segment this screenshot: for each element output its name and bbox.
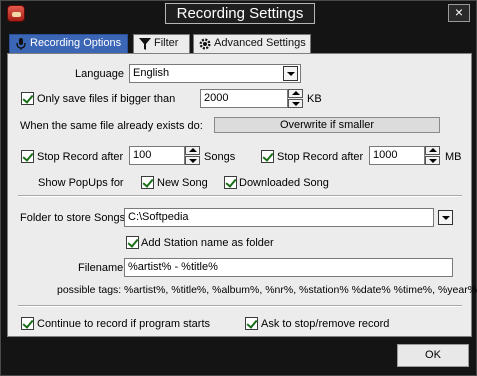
stop-mb-label: Stop Record after	[277, 151, 364, 163]
stop-songs-spinner[interactable]	[185, 146, 200, 165]
tab-label: Filter	[154, 37, 179, 49]
add-station-label: Add Station name as folder	[141, 237, 274, 249]
min-size-input[interactable]: 2000	[200, 89, 288, 108]
folder-dropdown-button[interactable]	[438, 210, 453, 225]
recording-settings-window: Recording Settings × Recording Options F…	[0, 0, 477, 376]
microphone-icon	[15, 38, 27, 50]
language-select[interactable]: English	[129, 64, 301, 83]
language-dropdown-button[interactable]	[283, 66, 298, 81]
stop-mb-spinner[interactable]	[425, 146, 440, 165]
language-value: English	[133, 67, 170, 79]
ok-button[interactable]: OK	[397, 344, 469, 367]
folder-label: Folder to store Songs	[20, 212, 126, 224]
downloaded-song-label: Downloaded Song	[239, 177, 329, 189]
tab-filter[interactable]: Filter	[133, 34, 190, 53]
min-size-unit: KB	[307, 93, 322, 105]
continue-record-label: Continue to record if program starts	[37, 318, 211, 330]
possible-tags-value: %artist%, %title%, %album%, %nr%, %stati…	[124, 284, 477, 296]
tab-label: Recording Options	[30, 37, 122, 49]
ask-stop-checkbox[interactable]	[245, 317, 258, 330]
stop-songs-value: 100	[133, 149, 152, 161]
filename-value: %artist% - %title%	[128, 261, 218, 273]
stop-mb-value: 1000	[373, 149, 398, 161]
new-song-label: New Song	[157, 177, 208, 189]
language-label: Language	[75, 68, 124, 80]
close-button[interactable]: ×	[448, 4, 470, 22]
title-bar: Recording Settings ×	[1, 1, 477, 27]
filename-input[interactable]: %artist% - %title%	[124, 258, 453, 277]
section-divider	[18, 195, 462, 197]
funnel-icon	[139, 38, 151, 50]
app-logo-icon	[7, 5, 25, 22]
same-file-value: Overwrite if smaller	[279, 119, 375, 131]
new-song-checkbox[interactable]	[141, 176, 154, 189]
stop-songs-unit: Songs	[204, 151, 236, 163]
recording-options-panel: Language English Only save files if bigg…	[7, 53, 477, 337]
only-save-label: Only save files if bigger than	[37, 93, 176, 105]
possible-tags-label: possible tags:	[57, 284, 122, 296]
same-file-label: When the same file already exists do:	[20, 120, 203, 132]
downloaded-song-checkbox[interactable]	[224, 176, 237, 189]
section-divider	[18, 305, 462, 307]
folder-input[interactable]: C:\Softpedia	[124, 208, 434, 227]
min-size-spinner[interactable]	[288, 89, 303, 108]
stop-songs-checkbox[interactable]	[21, 150, 34, 163]
continue-record-checkbox[interactable]	[21, 317, 34, 330]
stop-mb-input[interactable]: 1000	[369, 146, 425, 165]
folder-value: C:\Softpedia	[128, 211, 189, 223]
tab-advanced-settings[interactable]: Advanced Settings	[193, 34, 311, 53]
window-title: Recording Settings	[165, 3, 315, 24]
ask-stop-label: Ask to stop/remove record	[261, 318, 390, 330]
stop-songs-input[interactable]: 100	[129, 146, 185, 165]
add-station-checkbox[interactable]	[126, 236, 139, 249]
gear-icon	[199, 38, 211, 50]
same-file-select[interactable]: Overwrite if smaller	[214, 117, 440, 133]
tab-recording-options[interactable]: Recording Options	[9, 34, 128, 54]
stop-mb-unit: MB	[445, 151, 462, 163]
popups-label: Show PopUps for	[38, 177, 124, 189]
min-size-value: 2000	[204, 92, 229, 104]
only-save-checkbox[interactable]	[21, 92, 34, 105]
filename-label: Filename	[78, 262, 124, 274]
stop-mb-checkbox[interactable]	[261, 150, 274, 163]
tab-label: Advanced Settings	[214, 37, 306, 49]
stop-songs-label: Stop Record after	[37, 151, 124, 163]
